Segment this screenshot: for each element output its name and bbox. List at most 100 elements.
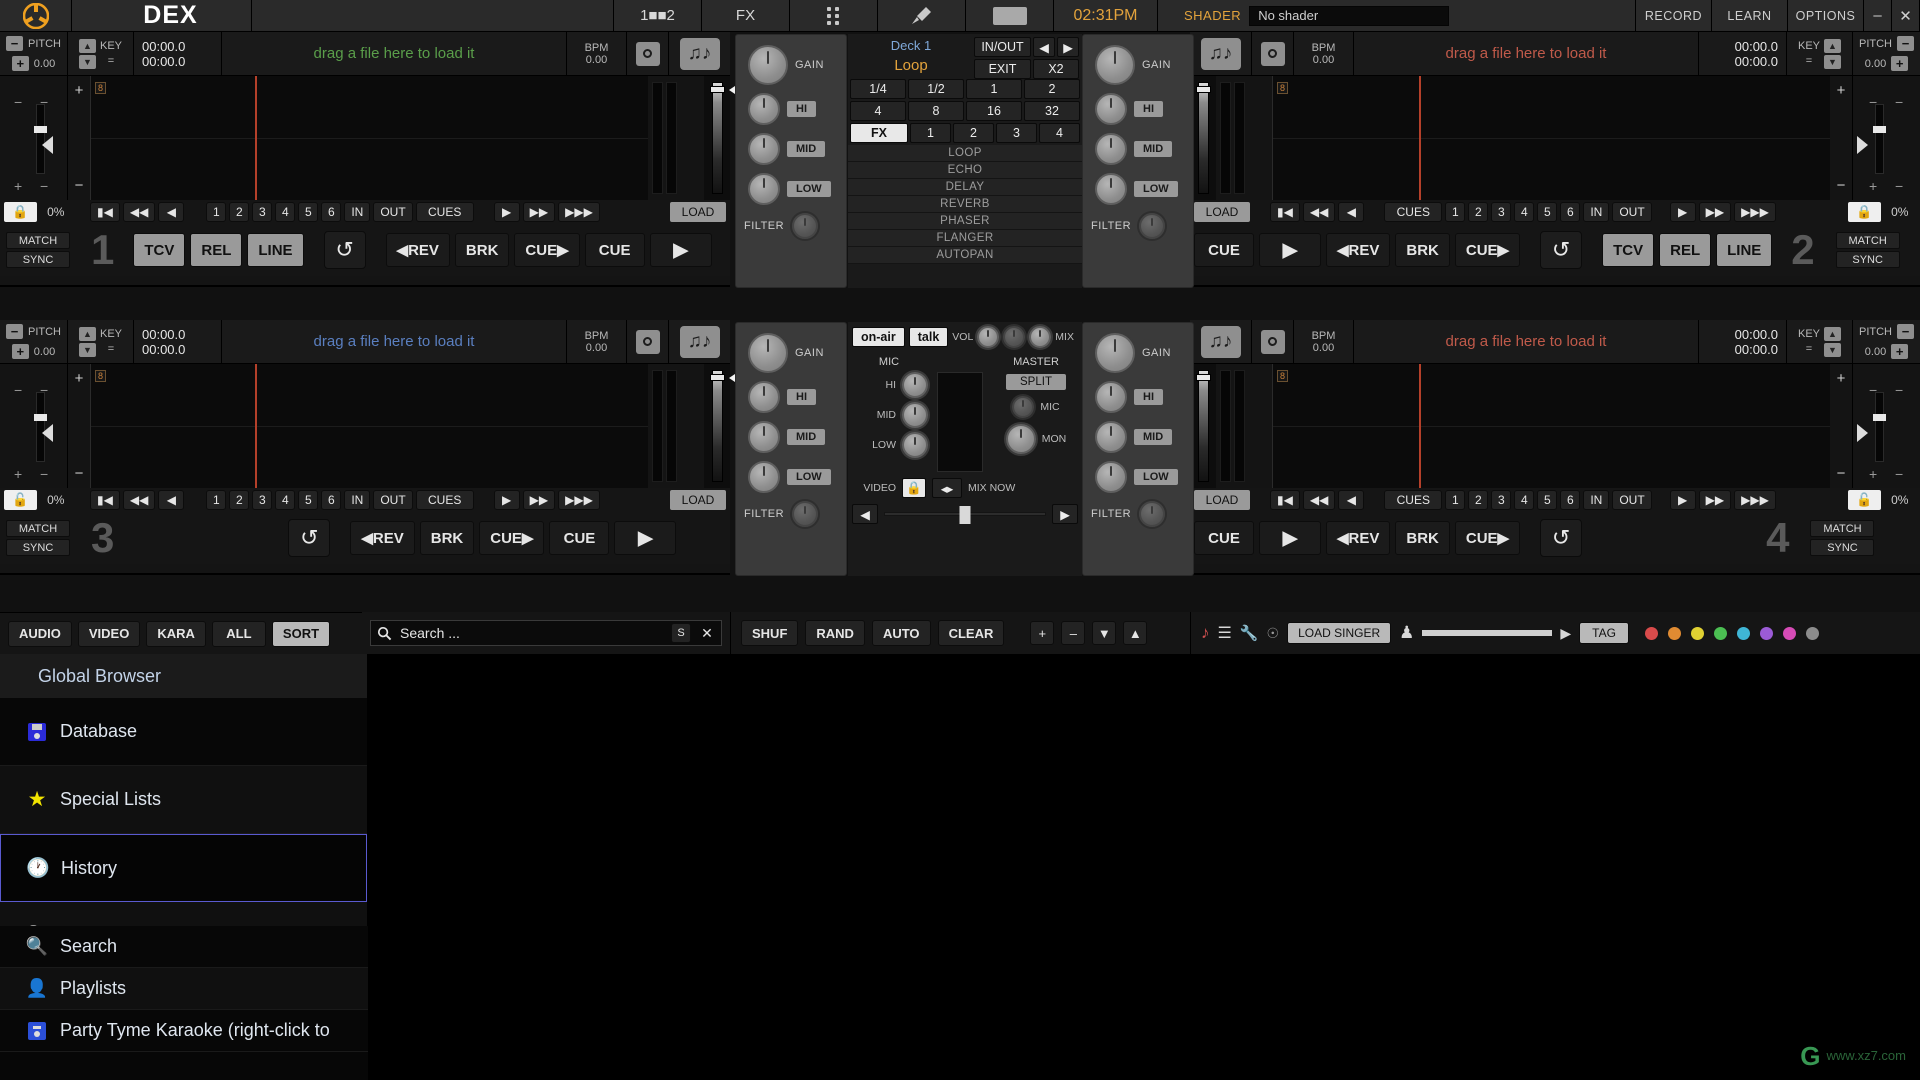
pitch-minus-button[interactable]: −	[1897, 36, 1914, 51]
step-back-button[interactable]: ◀	[158, 490, 185, 510]
cue-5-button[interactable]: 5	[298, 490, 319, 510]
cue-5-button[interactable]: 5	[1537, 202, 1558, 222]
skip-forward-button[interactable]: ▶▶▶	[558, 202, 600, 222]
deck-4-lock-button[interactable]: 🔓	[1848, 490, 1881, 510]
remove-button[interactable]: –	[1061, 621, 1086, 645]
deck-4-cue-forward-button[interactable]: CUE▶	[1454, 521, 1521, 555]
hi-knob[interactable]	[1095, 93, 1127, 125]
minimize-button[interactable]: –	[1864, 0, 1892, 31]
pitch-plus-button[interactable]: +	[1891, 56, 1909, 71]
gain-knob[interactable]	[748, 333, 788, 373]
cue-3-button[interactable]: 3	[1491, 490, 1512, 510]
deck-1-reverse-button[interactable]: ◀REV	[385, 233, 450, 267]
loop-8-button[interactable]: 8	[908, 101, 964, 121]
skip-back-button[interactable]: ▮◀	[1270, 490, 1300, 510]
play-small-button[interactable]: ▶	[493, 202, 520, 222]
loop-out-button[interactable]: OUT	[1612, 202, 1652, 222]
filter-knob[interactable]	[792, 501, 819, 527]
gain-knob[interactable]	[1095, 45, 1135, 85]
deck-4-reverse-button[interactable]: ◀REV	[1326, 521, 1391, 555]
deck-1-key[interactable]: ▲ ▼ KEY =	[68, 32, 134, 75]
hi-knob[interactable]	[748, 381, 780, 413]
search-clear-button[interactable]: ✕	[699, 625, 715, 642]
cue-6-button[interactable]: 6	[1560, 490, 1581, 510]
deck-1-drop-target[interactable]: drag a file here to load it	[222, 32, 566, 75]
mid-knob[interactable]	[748, 133, 780, 165]
master-mic-knob[interactable]	[1012, 396, 1035, 418]
deck-3-match-button[interactable]: MATCH	[6, 520, 70, 537]
play-small-button[interactable]: ▶	[493, 490, 520, 510]
deck-2-lock-button[interactable]: 🔒	[1848, 202, 1881, 222]
cue-2-button[interactable]: 2	[229, 490, 250, 510]
filter-knob[interactable]	[1139, 213, 1166, 239]
load-singer-button[interactable]: LOAD SINGER	[1287, 622, 1392, 644]
loop-2-button[interactable]: 2	[1024, 79, 1080, 99]
deck-1-loop-button[interactable]: ↺	[323, 231, 366, 269]
circle-icon[interactable]: ☉	[1267, 625, 1280, 642]
fast-forward-button[interactable]: ▶▶	[522, 490, 556, 510]
key-down-button[interactable]: ▼	[1824, 54, 1841, 69]
cue-4-button[interactable]: 4	[275, 202, 296, 222]
key-up-button[interactable]: ▲	[78, 38, 96, 53]
deck-3-load-button[interactable]: LOAD	[670, 490, 726, 510]
cues-button[interactable]: CUES	[415, 490, 474, 510]
key-down-button[interactable]: ▼	[1824, 342, 1841, 357]
deck-1-play-button[interactable]: ▶	[649, 233, 712, 267]
pitch-minus-button[interactable]: −	[6, 36, 23, 51]
play-small-button[interactable]: ▶	[1669, 202, 1696, 222]
cue-4-button[interactable]: 4	[1514, 490, 1535, 510]
cue-6-button[interactable]: 6	[321, 490, 342, 510]
low-knob[interactable]	[748, 461, 780, 493]
deck-4-match-button[interactable]: MATCH	[1810, 520, 1875, 537]
mid-knob[interactable]	[748, 421, 780, 453]
deck-3-pitch-slider[interactable]: − − + −	[0, 364, 68, 488]
split-button[interactable]: SPLIT	[1006, 374, 1066, 390]
zoom-out-button[interactable]: −	[75, 177, 84, 194]
deck-2-waveform[interactable]: 8	[1272, 76, 1830, 200]
cue-3-button[interactable]: 3	[1491, 202, 1512, 222]
cue-2-button[interactable]: 2	[229, 202, 250, 222]
deck-3-reverse-button[interactable]: ◀REV	[350, 521, 415, 555]
deck-4-headphone-cue-button[interactable]: ♫♪	[1200, 325, 1241, 358]
gain-knob[interactable]	[1095, 333, 1135, 373]
deck-4-key[interactable]: KEY = ▲ ▼	[1786, 320, 1852, 363]
mic-button[interactable]	[878, 0, 966, 31]
low-knob[interactable]	[1095, 173, 1127, 205]
key-up-button[interactable]: ▲	[1824, 326, 1841, 341]
color-dot-magenta[interactable]	[1782, 626, 1796, 640]
skip-forward-button[interactable]: ▶▶▶	[1734, 490, 1776, 510]
pitch-plus-button[interactable]: +	[1891, 344, 1909, 359]
loop-out-button[interactable]: OUT	[1612, 490, 1652, 510]
fx-item-autopan[interactable]: AUTOPAN	[848, 247, 1082, 264]
hi-knob[interactable]	[1095, 381, 1127, 413]
fx-slot-3-button[interactable]: 3	[996, 123, 1037, 143]
cue-5-button[interactable]: 5	[298, 202, 319, 222]
filter-knob[interactable]	[1139, 501, 1166, 527]
deck-3-sync-button[interactable]: SYNC	[6, 539, 70, 556]
deck-2-bpm-tap-button[interactable]	[1260, 41, 1285, 66]
add-button[interactable]: +	[1030, 621, 1055, 645]
key-up-button[interactable]: ▲	[78, 326, 96, 341]
deck-3-play-button[interactable]: ▶	[614, 521, 677, 555]
zoom-out-button[interactable]: −	[1837, 465, 1846, 482]
skip-back-button[interactable]: ▮◀	[1270, 202, 1300, 222]
video-lock-button[interactable]: 🔒	[902, 478, 926, 498]
clear-button[interactable]: CLEAR	[937, 620, 1005, 646]
screen-button[interactable]	[966, 0, 1054, 31]
filter-audio-button[interactable]: AUDIO	[8, 620, 72, 647]
loop-out-button[interactable]: OUT	[373, 202, 413, 222]
deck-2-cue-forward-button[interactable]: CUE▶	[1454, 233, 1521, 267]
deck-2-headphone-cue-button[interactable]: ♫♪	[1200, 37, 1241, 70]
sidebar-item-database[interactable]: Database	[0, 698, 367, 766]
loop-32-button[interactable]: 32	[1024, 101, 1080, 121]
deck-4-waveform[interactable]: 8	[1272, 364, 1830, 488]
deck-2-load-button[interactable]: LOAD	[1194, 202, 1250, 222]
color-dot-cyan[interactable]	[1736, 626, 1750, 640]
tag-button[interactable]: TAG	[1579, 622, 1629, 644]
color-dot-red[interactable]	[1644, 626, 1658, 640]
master-fader[interactable]	[937, 372, 983, 472]
deck-2-match-button[interactable]: MATCH	[1835, 232, 1900, 249]
zoom-out-button[interactable]: −	[1837, 177, 1846, 194]
deck-1-volume-fader[interactable]	[704, 76, 741, 200]
loop-half-button[interactable]: 1/2	[908, 79, 964, 99]
